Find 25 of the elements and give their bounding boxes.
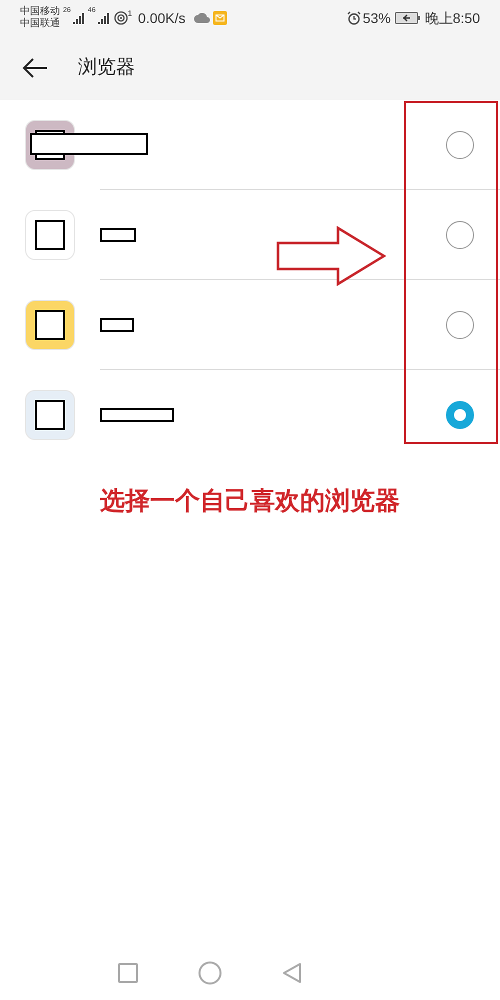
battery-percent: 53%	[362, 8, 391, 28]
radio-button[interactable]	[446, 220, 474, 248]
radio-button[interactable]	[446, 310, 474, 338]
network-speed: 0.00K/s	[138, 8, 186, 28]
home-icon[interactable]	[198, 960, 222, 984]
hotspot-icon	[114, 11, 128, 25]
signal-icon	[72, 12, 84, 24]
hotspot-label: 1	[128, 8, 132, 20]
alarm-icon	[346, 11, 361, 25]
mail-icon	[212, 11, 227, 25]
radio-button[interactable]	[446, 130, 474, 158]
carrier-name: 中国移动	[20, 6, 60, 18]
signal-icon	[96, 12, 109, 24]
redaction-bar	[100, 228, 136, 242]
back-arrow-icon[interactable]	[22, 57, 48, 79]
page-title: 浏览器	[78, 56, 135, 80]
annotation-caption: 选择一个自己喜欢的浏览器	[100, 486, 400, 517]
battery-icon	[394, 12, 421, 24]
clock-time: 晚上8:50	[424, 8, 480, 28]
redaction-bar	[100, 318, 134, 332]
cloud-icon	[194, 13, 210, 23]
back-icon[interactable]	[282, 962, 302, 984]
radio-button[interactable]	[446, 400, 474, 428]
carrier-name: 中国联通	[20, 18, 60, 30]
recent-apps-icon[interactable]	[118, 962, 138, 982]
